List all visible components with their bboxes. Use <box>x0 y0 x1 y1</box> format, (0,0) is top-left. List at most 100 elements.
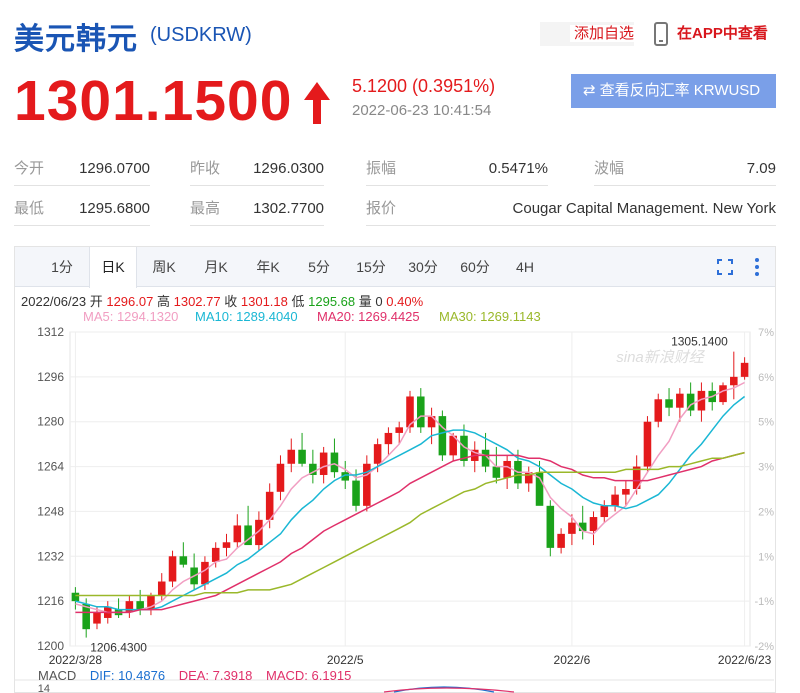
quote-label: 昨收 <box>190 160 221 177</box>
candle-body <box>222 542 231 548</box>
candle-body <box>492 466 501 478</box>
candle-body <box>622 489 630 495</box>
x-tick-label: 2022/6 <box>554 653 591 667</box>
max-price-label: 1305.1400 <box>671 335 728 349</box>
y-tick-label: 1312 <box>37 325 64 339</box>
quote-value: 1302.7700 <box>253 200 324 217</box>
current-price: 1301.1500 <box>14 69 293 133</box>
page-header: 美元韩元 (USDKRW) 添加自选 在APP中查看 <box>0 0 800 70</box>
pct-tick-label: 1% <box>758 551 774 563</box>
candle-body <box>125 601 134 613</box>
y-tick-label: 1248 <box>37 504 64 518</box>
candle-body <box>730 376 738 386</box>
candle-body <box>276 463 285 492</box>
candle-body <box>719 385 727 403</box>
swap-icon: ⇄ <box>583 82 596 99</box>
candle-body <box>319 452 328 475</box>
quote-label: 最高 <box>190 200 221 217</box>
pct-tick-label: -2% <box>754 641 774 653</box>
x-tick-label: 2022/5 <box>327 653 364 667</box>
candle-body <box>417 396 425 428</box>
quote-label: 波幅 <box>594 160 625 177</box>
y-tick-label: 1216 <box>37 594 64 608</box>
quote-label: 振幅 <box>366 160 397 177</box>
candle-body <box>546 505 555 548</box>
phone-icon <box>654 22 668 46</box>
candle-body <box>179 556 188 565</box>
quote-label: 今开 <box>14 160 45 177</box>
y-tick-label: 1280 <box>37 415 64 429</box>
candle-body <box>93 612 101 624</box>
candle-body <box>557 533 565 548</box>
quote-cell: 昨收 1296.0300 <box>190 152 324 186</box>
quote-label: 最低 <box>14 200 45 217</box>
candle-body <box>373 444 382 464</box>
price-change: 5.1200 (0.3951%) <box>352 76 496 96</box>
macd-dea-line <box>383 687 515 693</box>
pct-tick-label: 5% <box>758 417 774 429</box>
macd-value: MACD: 6.1915 <box>266 668 352 683</box>
candle-body <box>298 449 306 464</box>
candle-body <box>395 427 403 433</box>
quote-value: 1296.0700 <box>79 160 150 177</box>
add-watchlist-label: 添加自选 <box>570 25 635 42</box>
candle-body <box>438 416 447 456</box>
macd-dif: DIF: 10.4876 <box>89 668 166 683</box>
candle-body <box>330 452 339 473</box>
candle-body <box>568 522 576 534</box>
y-tick-label: 1200 <box>37 639 64 653</box>
pct-tick-label: 7% <box>758 327 774 339</box>
macd-label: MACD <box>38 668 77 683</box>
candle-body <box>287 449 296 464</box>
add-watchlist-button[interactable]: 添加自选 <box>540 22 635 46</box>
reverse-rate-label: 查看反向汇率 KRWUSD <box>599 82 761 99</box>
watermark-logo: sina新浪财经 <box>616 349 706 366</box>
candle-body <box>384 432 393 445</box>
candle-body <box>71 592 80 602</box>
y-tick-label: 1232 <box>37 549 64 563</box>
pct-tick-label: 6% <box>758 372 774 384</box>
quote-value: Cougar Capital Management. New York <box>512 200 776 217</box>
kline-chart: 1200 1216 1232 1248 1264 1280 1296 1312 -2% -1% 1%… <box>14 325 774 693</box>
currency-code: (USDKRW) <box>150 24 252 46</box>
quote-cell: 最高 1302.7700 <box>190 192 324 226</box>
quote-cell: 振幅 0.5471% <box>366 152 548 186</box>
quote-cell: 波幅 7.09 <box>594 152 776 186</box>
pct-tick-label: 3% <box>758 462 774 474</box>
candle-body <box>740 362 749 377</box>
quote-cell: 今开 1296.0700 <box>14 152 150 186</box>
pct-tick-label: -1% <box>754 596 774 608</box>
quote-label: 报价 <box>366 200 397 217</box>
candle-body <box>654 399 663 422</box>
candle-body <box>211 547 220 562</box>
quote-timestamp: 2022-06-23 10:41:54 <box>352 102 492 119</box>
candle-body <box>611 494 619 506</box>
candle-body <box>157 581 166 596</box>
macd-axis-label: 14 <box>38 683 50 693</box>
view-in-app-link[interactable]: 在APP中查看 <box>677 22 768 46</box>
quote-value: 7.09 <box>746 160 776 177</box>
candle-body <box>600 505 609 518</box>
candle-body <box>643 421 652 467</box>
pct-tick-label: 2% <box>758 506 774 518</box>
x-tick-label: 2022/3/28 <box>49 653 103 667</box>
quote-cell: 报价 Cougar Capital Management. New York <box>366 192 776 226</box>
arrow-up-icon <box>304 82 330 124</box>
candle-body <box>676 393 684 408</box>
quote-value: 1296.0300 <box>253 160 324 177</box>
y-tick-label: 1296 <box>37 370 64 384</box>
candle-body <box>589 517 598 532</box>
macd-readout: MACD DIF: 10.4876 DEA: 7.3918 MACD: 6.19… <box>38 668 361 683</box>
candle-body <box>503 460 511 478</box>
y-tick-label: 1264 <box>37 460 64 474</box>
candle-body <box>233 525 242 543</box>
reverse-rate-button[interactable]: ⇄ 查看反向汇率 KRWUSD <box>571 74 776 108</box>
candle-body <box>201 561 209 585</box>
candle-body <box>352 480 360 506</box>
x-tick-label: 2022/6/23 <box>718 653 772 667</box>
quote-cell: 最低 1295.6800 <box>14 192 150 226</box>
quote-value: 0.5471% <box>488 160 548 177</box>
min-price-label: 1206.4300 <box>90 641 147 655</box>
plot-frame <box>69 331 751 647</box>
quote-value: 1295.6800 <box>79 200 150 217</box>
